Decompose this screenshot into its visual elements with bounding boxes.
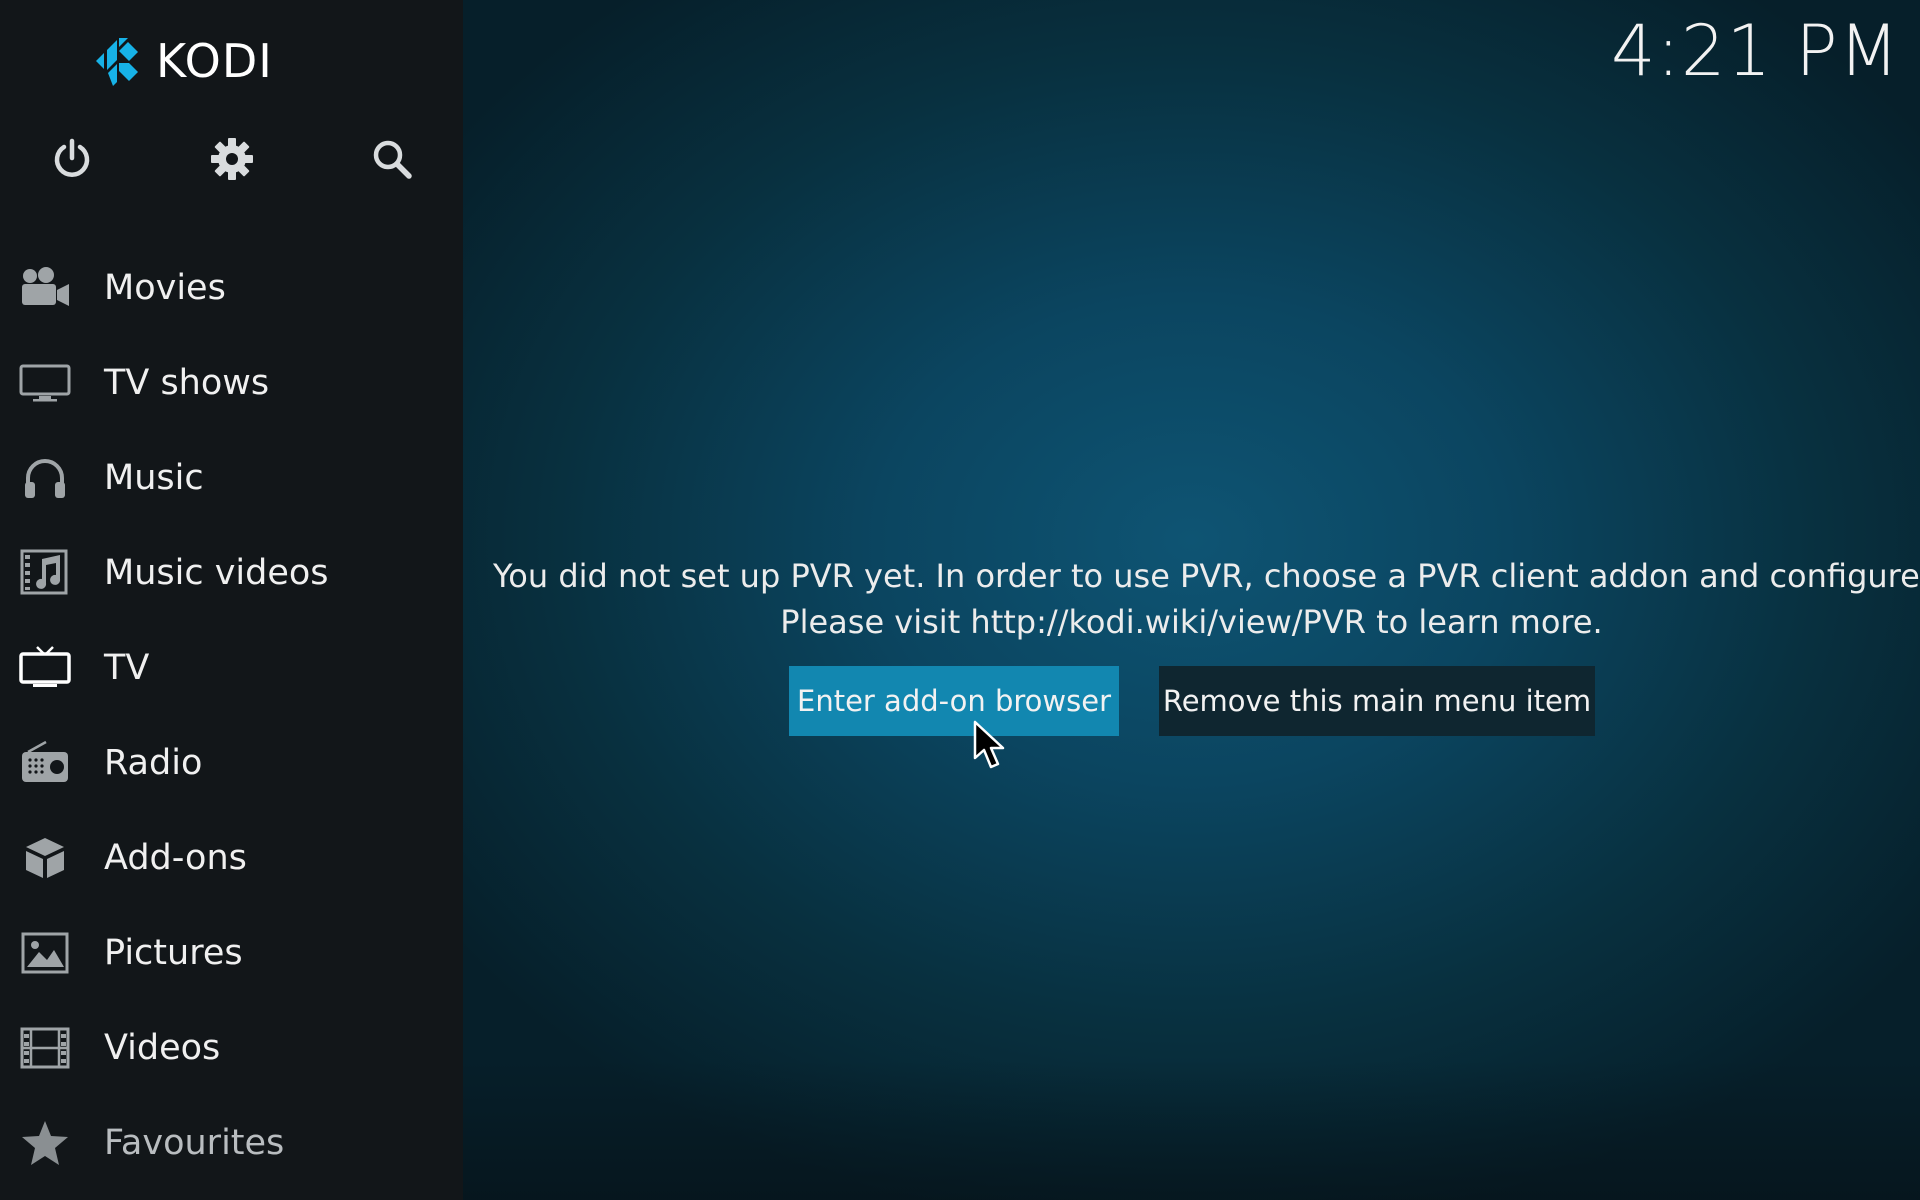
sidebar-item-label: Add-ons — [104, 837, 247, 878]
sidebar-item-label: Favourites — [104, 1122, 285, 1163]
sidebar-item-label: Videos — [104, 1027, 221, 1068]
sidebar-item-pictures[interactable]: Pictures — [0, 905, 463, 1000]
sidebar-item-radio[interactable]: Radio — [0, 715, 463, 810]
main-menu: Movies TV shows Music Music videos TV Ra… — [0, 240, 463, 1190]
mouse-cursor-icon — [973, 720, 1005, 769]
sidebar-item-movies[interactable]: Movies — [0, 240, 463, 335]
sidebar-item-label: Music videos — [104, 552, 329, 593]
pvr-message-line2: Please visit http://kodi.wiki/view/PVR t… — [780, 603, 1603, 641]
sidebar-item-label: Radio — [104, 742, 203, 783]
monitor-icon — [18, 356, 72, 410]
sidebar: KODI Movies TV shows Music Music videos … — [0, 0, 464, 1200]
movie-camera-icon — [18, 261, 72, 315]
pvr-message: You did not set up PVR yet. In order to … — [493, 553, 1920, 645]
power-button[interactable] — [46, 133, 98, 185]
sidebar-item-music-videos[interactable]: Music videos — [0, 525, 463, 620]
sidebar-item-label: Movies — [104, 267, 226, 308]
clock: 4:21 PM — [1610, 10, 1900, 92]
kodi-logo: KODI — [88, 32, 273, 90]
star-icon — [18, 1116, 72, 1170]
radio-icon — [18, 736, 72, 790]
pvr-message-line1: You did not set up PVR yet. In order to … — [493, 557, 1920, 595]
settings-button[interactable] — [206, 133, 258, 185]
kodi-logo-icon — [96, 38, 138, 86]
film-strip-icon — [18, 1021, 72, 1075]
gear-icon — [211, 138, 253, 180]
main-content: 4:21 PM You did not set up PVR yet. In o… — [463, 0, 1920, 1200]
headphones-icon — [18, 451, 72, 505]
enter-addon-browser-button[interactable]: Enter add-on browser — [789, 666, 1119, 736]
sidebar-item-tv[interactable]: TV — [0, 620, 463, 715]
sidebar-item-label: Pictures — [104, 932, 243, 973]
sidebar-item-favourites[interactable]: Favourites — [0, 1095, 463, 1190]
kodi-window: KODI Movies TV shows Music Music videos … — [0, 0, 1920, 1200]
pictures-icon — [18, 926, 72, 980]
search-button[interactable] — [366, 133, 418, 185]
remove-menu-item-button[interactable]: Remove this main menu item — [1159, 666, 1595, 736]
sidebar-item-label: TV — [104, 647, 150, 688]
sidebar-item-music[interactable]: Music — [0, 430, 463, 525]
tv-icon — [18, 641, 72, 695]
sidebar-item-label: Music — [104, 457, 204, 498]
addon-box-icon — [18, 831, 72, 885]
search-icon — [373, 140, 412, 179]
kodi-logo-text: KODI — [156, 34, 273, 88]
sidebar-item-videos[interactable]: Videos — [0, 1000, 463, 1095]
sidebar-item-label: TV shows — [104, 362, 270, 403]
power-icon — [54, 138, 90, 177]
music-video-icon — [18, 546, 72, 600]
sidebar-item-tv-shows[interactable]: TV shows — [0, 335, 463, 430]
sidebar-item-add-ons[interactable]: Add-ons — [0, 810, 463, 905]
